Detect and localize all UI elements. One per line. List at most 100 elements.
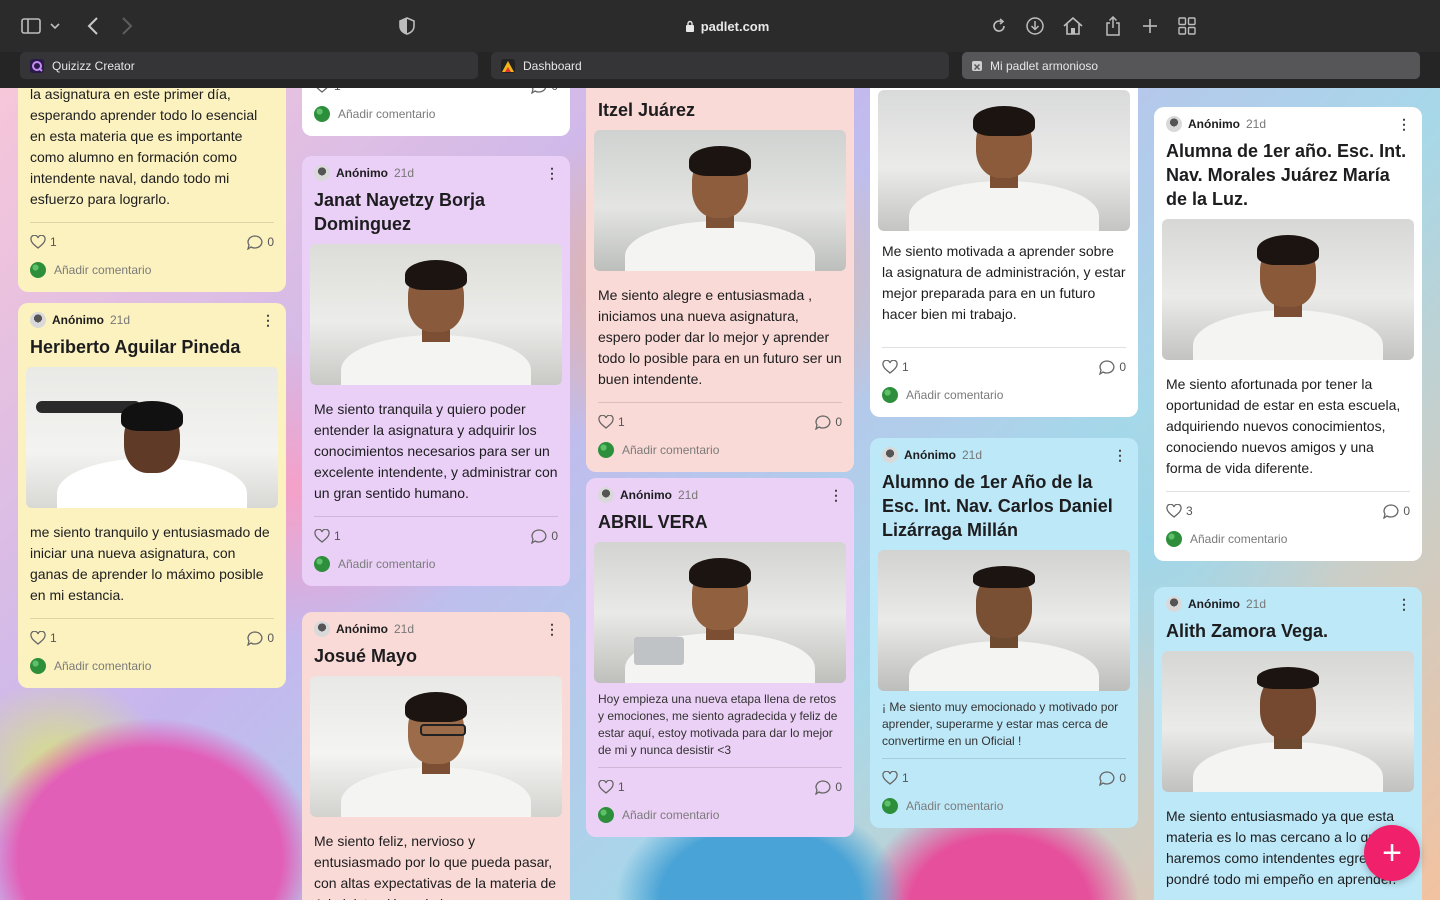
forward-icon[interactable] <box>116 15 138 37</box>
post-body: me siento tranquilo y entusiasmado de in… <box>30 524 270 603</box>
address-bar[interactable]: padlet.com <box>430 12 1024 40</box>
add-comment-field[interactable]: Añadir comentario <box>1166 527 1410 551</box>
add-comment-field[interactable]: Añadir comentario <box>314 102 558 126</box>
post-photo[interactable] <box>26 367 278 508</box>
post-title: ABRIL VERA <box>598 512 708 532</box>
comment-button[interactable]: 0 <box>531 88 558 94</box>
add-comment-placeholder: Añadir comentario <box>54 659 152 673</box>
post-card[interactable]: Anónimo 21d ⋮ Janat Nayetzy Borja Doming… <box>302 156 570 586</box>
like-button[interactable]: 1 <box>30 235 57 249</box>
post-photo[interactable] <box>594 130 846 271</box>
comment-button[interactable]: 0 <box>1099 359 1126 375</box>
comment-icon <box>1383 503 1399 519</box>
heart-icon <box>1166 504 1182 518</box>
post-card[interactable]: Anónimo 21d ⋮ ABRIL VERA Hoy empieza una… <box>586 478 854 837</box>
post-photo[interactable] <box>1162 219 1414 360</box>
comment-count: 0 <box>1119 771 1126 785</box>
chevron-down-icon[interactable] <box>48 15 62 37</box>
reactions-row: 1 0 <box>598 410 842 434</box>
divider <box>314 516 558 517</box>
add-comment-field[interactable]: Añadir comentario <box>30 258 274 282</box>
back-icon[interactable] <box>82 15 104 37</box>
add-comment-field[interactable]: Añadir comentario <box>30 654 274 678</box>
more-options-icon[interactable]: ⋮ <box>1397 596 1411 613</box>
post-title: Janat Nayetzy Borja Dominguez <box>314 190 486 234</box>
add-post-button[interactable]: + <box>1364 825 1420 881</box>
tab-quizizz[interactable]: Quizizz Creator <box>20 52 478 79</box>
post-card[interactable]: Anónimo 21d ⋮ Alumna de 1er año. Esc. In… <box>1154 107 1422 561</box>
like-button[interactable]: 1 <box>882 360 909 374</box>
tab-dashboard[interactable]: Dashboard <box>491 52 949 79</box>
post-author: Anónimo <box>1188 597 1240 611</box>
like-count: 1 <box>902 360 909 374</box>
like-button[interactable]: 3 <box>1166 504 1193 518</box>
reactions-row: 1 0 <box>314 88 558 98</box>
more-options-icon[interactable]: ⋮ <box>1113 447 1127 464</box>
comment-button[interactable]: 0 <box>247 630 274 646</box>
divider <box>30 618 274 619</box>
post-card[interactable]: Itzel Juárez Me siento alegre e entusias… <box>586 88 854 472</box>
avatar-icon <box>1166 596 1182 612</box>
download-icon[interactable] <box>1024 15 1046 37</box>
comment-button[interactable]: 0 <box>247 234 274 250</box>
post-card[interactable]: Anónimo 21d ⋮ Josué Mayo Me siento feliz… <box>302 612 570 900</box>
like-count: 1 <box>618 780 625 794</box>
post-card[interactable]: la asignatura en este primer día, espera… <box>18 88 286 292</box>
comment-button[interactable]: 0 <box>531 528 558 544</box>
post-photo[interactable] <box>310 676 562 817</box>
post-photo[interactable] <box>594 542 846 683</box>
comment-button[interactable]: 0 <box>1099 770 1126 786</box>
add-comment-field[interactable]: Añadir comentario <box>882 794 1126 818</box>
post-card[interactable]: Anónimo 21d ⋮ Alumno de 1er Año de la Es… <box>870 438 1138 828</box>
globe-icon <box>598 442 614 458</box>
share-icon[interactable] <box>1102 15 1124 37</box>
post-photo[interactable] <box>878 550 1130 691</box>
new-tab-icon[interactable] <box>1139 15 1161 37</box>
comment-button[interactable]: 0 <box>815 779 842 795</box>
heart-icon <box>30 235 46 249</box>
add-comment-field[interactable]: Añadir comentario <box>598 438 842 462</box>
like-button[interactable]: 1 <box>598 415 625 429</box>
sidebar-toggle-icon[interactable] <box>20 15 42 37</box>
like-button[interactable]: 1 <box>598 780 625 794</box>
post-card[interactable]: Me siento motivada a aprender sobre la a… <box>870 88 1138 417</box>
more-options-icon[interactable]: ⋮ <box>545 165 559 182</box>
post-photo[interactable] <box>310 244 562 385</box>
comment-button[interactable]: 0 <box>1383 503 1410 519</box>
more-options-icon[interactable]: ⋮ <box>829 487 843 504</box>
home-icon[interactable] <box>1062 15 1084 37</box>
post-body: ¡ Me siento muy emocionado y motivado po… <box>882 700 1119 748</box>
like-button[interactable]: 1 <box>314 529 341 543</box>
post-age: 21d <box>1246 597 1267 611</box>
comment-icon <box>531 528 547 544</box>
padlet-board[interactable]: la asignatura en este primer día, espera… <box>0 88 1440 900</box>
tab-label: Dashboard <box>523 58 582 73</box>
reload-icon[interactable] <box>988 15 1010 37</box>
heart-icon <box>882 771 898 785</box>
globe-icon <box>882 387 898 403</box>
more-options-icon[interactable]: ⋮ <box>545 621 559 638</box>
add-comment-field[interactable]: Añadir comentario <box>314 552 558 576</box>
privacy-shield-icon[interactable] <box>396 15 418 37</box>
comment-count: 0 <box>835 415 842 429</box>
like-button[interactable]: 1 <box>314 88 341 93</box>
post-meta: Anónimo 21d ⋮ <box>1166 595 1411 613</box>
tab-mi-padlet[interactable]: Mi padlet armonioso <box>962 52 1420 79</box>
post-author: Anónimo <box>336 622 388 636</box>
post-body: Me siento alegre e entusiasmada , inicia… <box>598 287 842 387</box>
more-options-icon[interactable]: ⋮ <box>261 312 275 329</box>
post-photo[interactable] <box>878 90 1130 231</box>
close-tab-icon[interactable] <box>972 60 982 71</box>
comment-count: 0 <box>835 780 842 794</box>
add-comment-field[interactable]: Añadir comentario <box>598 803 842 827</box>
post-card[interactable]: 1 0 Añadir comentario <box>302 88 570 136</box>
comment-button[interactable]: 0 <box>815 414 842 430</box>
like-button[interactable]: 1 <box>30 631 57 645</box>
post-card[interactable]: Anónimo 21d ⋮ Heriberto Aguilar Pineda m… <box>18 303 286 688</box>
divider <box>882 347 1126 348</box>
more-options-icon[interactable]: ⋮ <box>1397 116 1411 133</box>
like-button[interactable]: 1 <box>882 771 909 785</box>
add-comment-field[interactable]: Añadir comentario <box>882 383 1126 407</box>
tab-overview-icon[interactable] <box>1176 15 1198 37</box>
post-photo[interactable] <box>1162 651 1414 792</box>
